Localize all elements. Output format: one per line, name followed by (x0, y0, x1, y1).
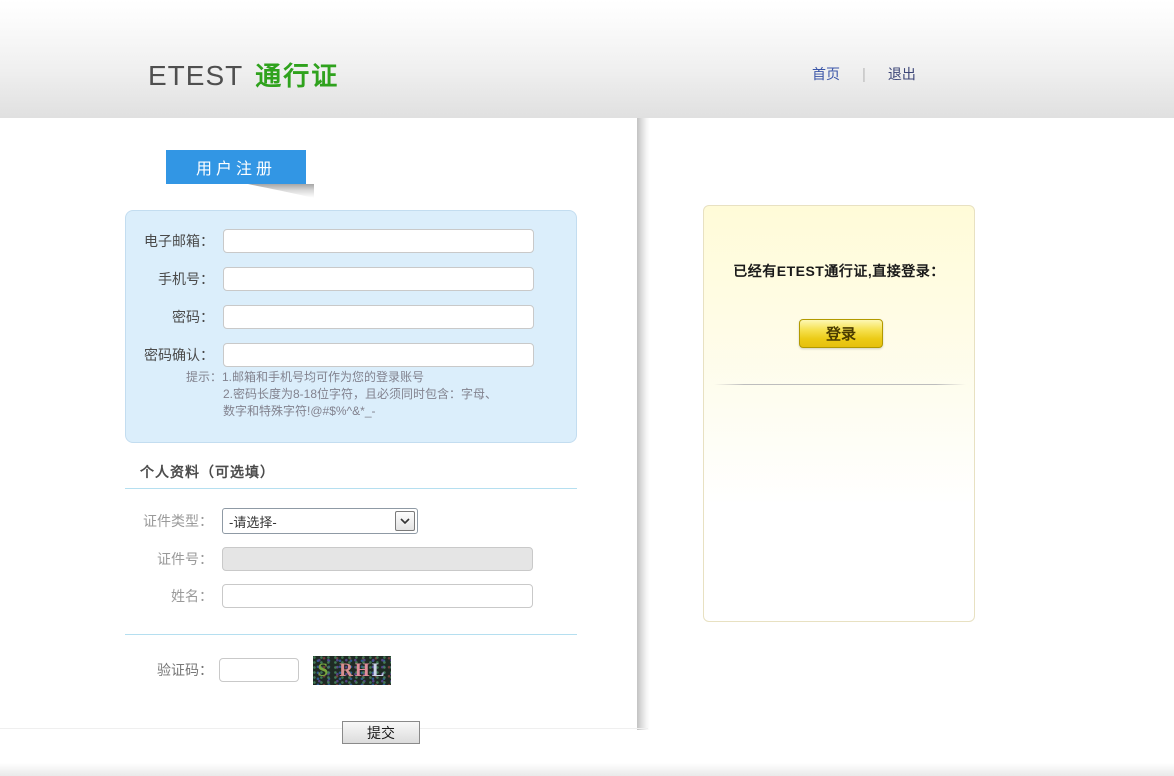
phone-label: 手机号： (158, 271, 214, 287)
id-type-label: 证件类型： (143, 513, 213, 529)
logo-etest-text: ETEST (148, 60, 244, 91)
header: ETEST 通行证 首页 | 退出 (0, 0, 1174, 118)
captcha-letter: H (354, 660, 372, 681)
page-bottom-fade (0, 763, 1174, 776)
logo: ETEST 通行证 (148, 56, 339, 93)
login-prompt: 已经有ETEST通行证,直接登录： (733, 263, 945, 279)
password-confirm-input[interactable] (223, 343, 534, 367)
email-label: 电子邮箱： (144, 233, 214, 249)
section-divider-top (125, 488, 577, 489)
header-nav: 首页 | 退出 (812, 64, 916, 84)
login-button[interactable]: 登录 (799, 319, 883, 348)
id-number-label: 证件号： (157, 551, 213, 567)
captcha-letter: L (371, 660, 387, 681)
logo-cn-text: 通行证 (255, 61, 340, 91)
section-divider-bottom (125, 634, 577, 635)
phone-input[interactable] (223, 267, 534, 291)
nav-separator: | (862, 65, 866, 83)
login-panel-divider (714, 384, 966, 385)
password-label: 密码： (172, 309, 214, 325)
submit-button[interactable]: 提交 (342, 721, 420, 744)
captcha-label: 验证码： (157, 662, 213, 678)
captcha-letter: R (339, 660, 355, 681)
chevron-down-icon (395, 511, 415, 531)
tab-user-register: 用户注册 (166, 150, 306, 184)
name-label: 姓名： (171, 588, 213, 604)
profile-section-title: 个人资料（可选填） (140, 464, 275, 480)
captcha-input[interactable] (219, 658, 299, 682)
id-type-select[interactable]: -请选择- (222, 508, 418, 534)
register-form-panel: 电子邮箱： 手机号： 密码： 密码确认： 提示：1.邮箱和手机号均可作为您的登录… (125, 210, 577, 443)
captcha-letter: S (317, 660, 331, 681)
hint-line: 提示：1.邮箱和手机号均可作为您的登录账号 (186, 370, 425, 384)
id-type-selected-value: -请选择- (229, 514, 277, 530)
content-bottom-divider (0, 728, 648, 729)
nav-logout-link[interactable]: 退出 (888, 64, 916, 84)
password-confirm-label: 密码确认： (144, 347, 214, 363)
email-input[interactable] (223, 229, 534, 253)
content-vertical-divider (637, 118, 650, 730)
id-number-input (222, 547, 533, 571)
captcha-image[interactable]: S R H L (313, 656, 391, 685)
register-hints: 提示：1.邮箱和手机号均可作为您的登录账号 2.密码长度为8-18位字符，且必须… (186, 369, 546, 420)
hint-line: 数字和特殊字符!@#$%^&*_- (223, 404, 376, 418)
password-input[interactable] (223, 305, 534, 329)
page: ETEST 通行证 首页 | 退出 用户注册 电子邮箱： 手机号： 密码： 密码确… (0, 0, 1174, 776)
nav-home-link[interactable]: 首页 (812, 64, 840, 84)
tab-fold-decoration (248, 184, 314, 198)
hint-line: 2.密码长度为8-18位字符，且必须同时包含：字母、 (223, 387, 498, 401)
login-panel: 已经有ETEST通行证,直接登录： 登录 (703, 205, 975, 622)
name-input[interactable] (222, 584, 533, 608)
